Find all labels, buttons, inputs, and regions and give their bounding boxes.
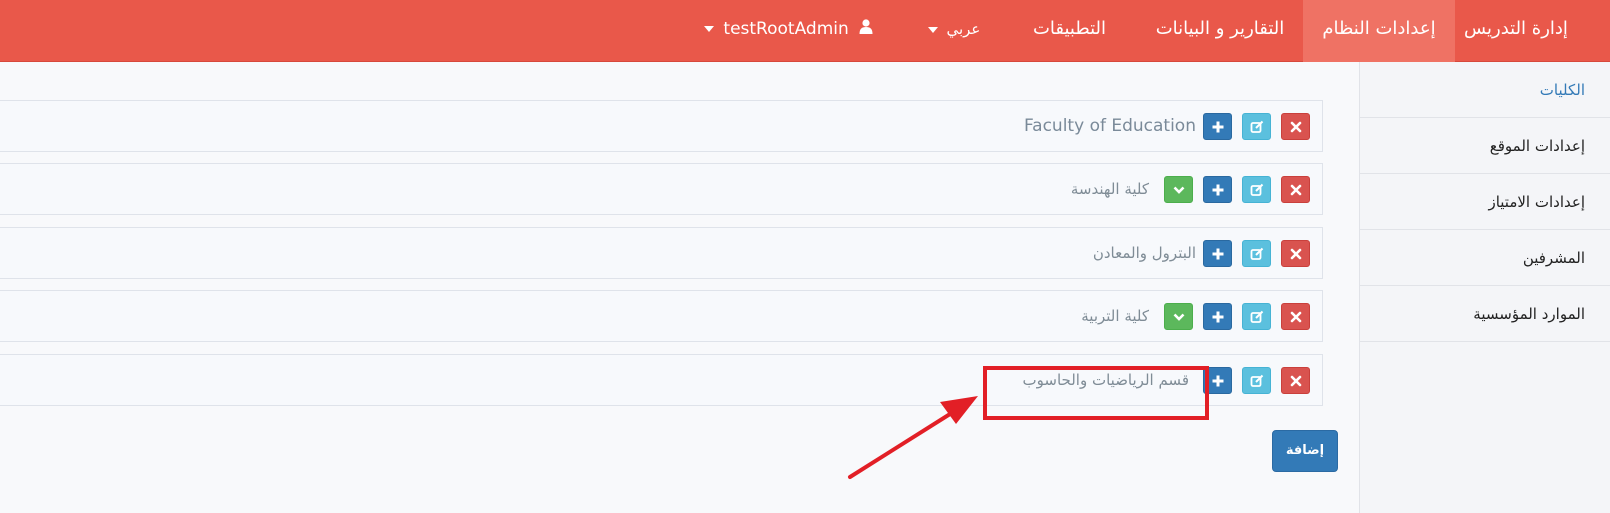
nav-label: إعدادات النظام [1322,18,1436,39]
user-menu[interactable]: testRootAdmin [700,0,873,62]
username: testRootAdmin [723,19,849,39]
caret-down-icon [927,26,938,33]
edit-icon [1250,310,1263,323]
nav-applications[interactable]: التطبيقات [1012,0,1127,62]
nav-reports-data[interactable]: التقارير و البيانات [1140,0,1300,62]
sidebar-item-label: إعدادات الموقع [1489,137,1585,155]
edit-button[interactable] [1242,367,1271,394]
plus-icon [1212,375,1223,386]
sidebar-item-privilege-settings[interactable]: إعدادات الامتياز [1359,174,1610,230]
main-panel: Faculty of Education كلية الهندسة البترو… [0,62,1359,513]
sidebar-item-label: إعدادات الامتياز [1488,193,1585,211]
faculty-name: البترول والمعادن [1092,244,1196,262]
caret-down-icon [704,26,714,32]
edit-button[interactable] [1242,240,1271,267]
plus-icon [1212,311,1223,322]
edit-button[interactable] [1242,303,1271,330]
close-icon [1290,248,1301,259]
user-icon [859,0,873,58]
sidebar-item-label: الموارد المؤسسية [1473,305,1585,323]
sidebar: الكليات إعدادات الموقع إعدادات الامتياز … [1359,62,1610,513]
top-navbar: إدارة التدريس إعدادات النظام التقارير و … [0,0,1610,62]
sidebar-item-label: الكليات [1539,81,1585,99]
faculty-row: كلية الهندسة [0,163,1323,215]
add-child-button[interactable] [1203,303,1232,330]
edit-button[interactable] [1242,176,1271,203]
edit-button[interactable] [1242,113,1271,140]
nav-teaching-management[interactable]: إدارة التدريس [1456,0,1576,62]
edit-icon [1250,247,1263,260]
sidebar-item-faculties[interactable]: الكليات [1359,62,1610,118]
sidebar-item-supervisors[interactable]: المشرفين [1359,230,1610,286]
close-icon [1290,121,1301,132]
expand-button[interactable] [1164,176,1193,203]
nav-system-settings[interactable]: إعدادات النظام [1303,0,1455,62]
plus-icon [1212,248,1223,259]
nav-label: التقارير و البيانات [1155,18,1285,39]
edit-icon [1250,183,1263,196]
faculty-name: كلية التربية [1081,307,1149,325]
plus-icon [1212,121,1223,132]
sidebar-item-institutional-resources[interactable]: الموارد المؤسسية [1359,286,1610,342]
delete-button[interactable] [1281,303,1310,330]
faculty-row: كلية التربية [0,290,1323,342]
chevron-down-icon [1173,313,1184,321]
language-label: عربي [946,20,981,38]
language-dropdown[interactable]: عربي [912,0,992,62]
plus-icon [1212,184,1223,195]
edit-icon [1250,374,1263,387]
faculty-name: Faculty of Education [1023,116,1196,136]
faculty-row: البترول والمعادن [0,227,1323,279]
edit-icon [1250,120,1263,133]
delete-button[interactable] [1281,240,1310,267]
close-icon [1290,184,1301,195]
add-child-button[interactable] [1203,240,1232,267]
faculty-name: كلية الهندسة [1070,180,1149,198]
highlight-annotation [983,366,1209,420]
sidebar-item-site-settings[interactable]: إعدادات الموقع [1359,118,1610,174]
sidebar-item-label: المشرفين [1522,249,1585,267]
nav-label: إدارة التدريس [1464,18,1568,39]
add-child-button[interactable] [1203,176,1232,203]
expand-button[interactable] [1164,303,1193,330]
faculty-row: Faculty of Education [0,100,1323,152]
close-icon [1290,311,1301,322]
chevron-down-icon [1173,186,1184,194]
delete-button[interactable] [1281,113,1310,140]
close-icon [1290,375,1301,386]
delete-button[interactable] [1281,176,1310,203]
nav-label: التطبيقات [1032,18,1107,39]
add-child-button[interactable] [1203,113,1232,140]
add-faculty-button[interactable]: إضافة [1272,430,1338,472]
delete-button[interactable] [1281,367,1310,394]
